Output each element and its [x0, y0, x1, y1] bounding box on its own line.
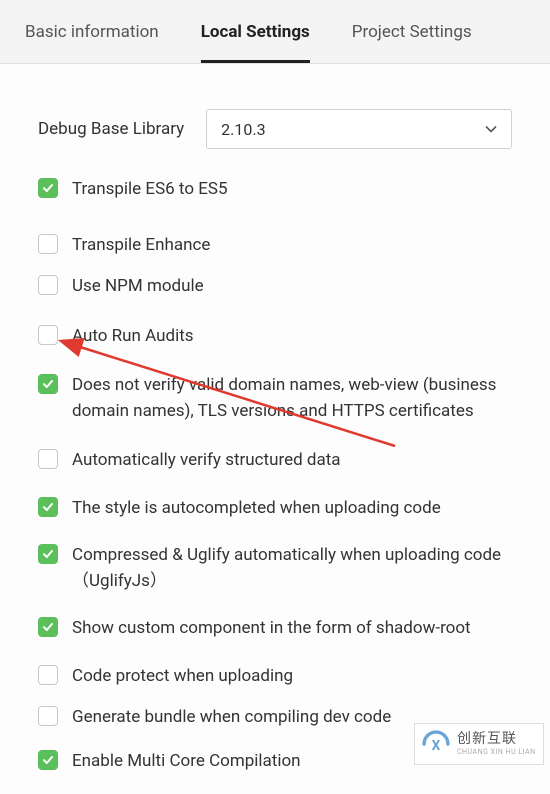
- checkbox[interactable]: [38, 325, 58, 345]
- option-row: Use NPM module: [38, 274, 512, 300]
- debug-base-library-row: Debug Base Library 2.10.3: [38, 109, 512, 149]
- tab-local-settings[interactable]: Local Settings: [201, 0, 310, 63]
- option-row: Show custom component in the form of sha…: [38, 616, 512, 642]
- option-row: Automatically verify structured data: [38, 448, 512, 474]
- option-label[interactable]: Automatically verify structured data: [72, 448, 341, 474]
- checkbox[interactable]: [38, 275, 58, 295]
- option-label[interactable]: Enable Multi Core Compilation: [72, 749, 301, 775]
- svg-text:X: X: [432, 738, 441, 754]
- option-label[interactable]: Show custom component in the form of sha…: [72, 616, 471, 642]
- option-label[interactable]: Auto Run Audits: [72, 324, 194, 350]
- checkbox[interactable]: [38, 706, 58, 726]
- tab-project-settings[interactable]: Project Settings: [352, 0, 472, 60]
- checkbox[interactable]: [38, 617, 58, 637]
- option-row: Transpile ES6 to ES5: [38, 177, 512, 203]
- checkbox[interactable]: [38, 544, 58, 564]
- debug-base-library-label: Debug Base Library: [38, 119, 184, 139]
- option-row: Compressed & Uglify automatically when u…: [38, 543, 512, 594]
- option-list: Transpile ES6 to ES5 Transpile Enhance Use…: [38, 177, 512, 774]
- tab-basic-information[interactable]: Basic information: [25, 0, 159, 60]
- option-label[interactable]: Compressed & Uglify automatically when u…: [72, 543, 512, 594]
- option-row: Transpile Enhance: [38, 233, 512, 259]
- option-label[interactable]: The style is autocompleted when uploadin…: [72, 496, 441, 522]
- chevron-down-icon: [485, 123, 497, 135]
- option-label[interactable]: Transpile Enhance: [72, 233, 210, 259]
- settings-content: Debug Base Library 2.10.3 Transpile ES6 …: [0, 64, 550, 794]
- checkbox[interactable]: [38, 497, 58, 517]
- debug-base-library-value: 2.10.3: [221, 120, 265, 139]
- checkbox[interactable]: [38, 750, 58, 770]
- option-label[interactable]: Use NPM module: [72, 274, 204, 300]
- watermark: X 创新互联 CHUANG XIN HU LIAN: [414, 723, 544, 765]
- option-row: Code protect when uploading: [38, 664, 512, 690]
- settings-tabs: Basic information Local Settings Project…: [0, 0, 550, 64]
- watermark-text-en: CHUANG XIN HU LIAN: [457, 748, 536, 756]
- option-row: The style is autocompleted when uploadin…: [38, 496, 512, 522]
- checkbox[interactable]: [38, 234, 58, 254]
- option-row: Does not verify valid domain names, web-…: [38, 373, 512, 424]
- checkbox[interactable]: [38, 374, 58, 394]
- debug-base-library-select[interactable]: 2.10.3: [206, 109, 512, 149]
- option-label[interactable]: Code protect when uploading: [72, 664, 293, 690]
- checkbox[interactable]: [38, 449, 58, 469]
- option-row: Auto Run Audits: [38, 324, 512, 350]
- watermark-logo-icon: X: [419, 727, 453, 761]
- option-label[interactable]: Does not verify valid domain names, web-…: [72, 373, 512, 424]
- watermark-text-cn: 创新互联: [457, 731, 536, 748]
- option-label[interactable]: Generate bundle when compiling dev code: [72, 705, 391, 731]
- checkbox[interactable]: [38, 665, 58, 685]
- checkbox[interactable]: [38, 178, 58, 198]
- option-label[interactable]: Transpile ES6 to ES5: [72, 177, 228, 203]
